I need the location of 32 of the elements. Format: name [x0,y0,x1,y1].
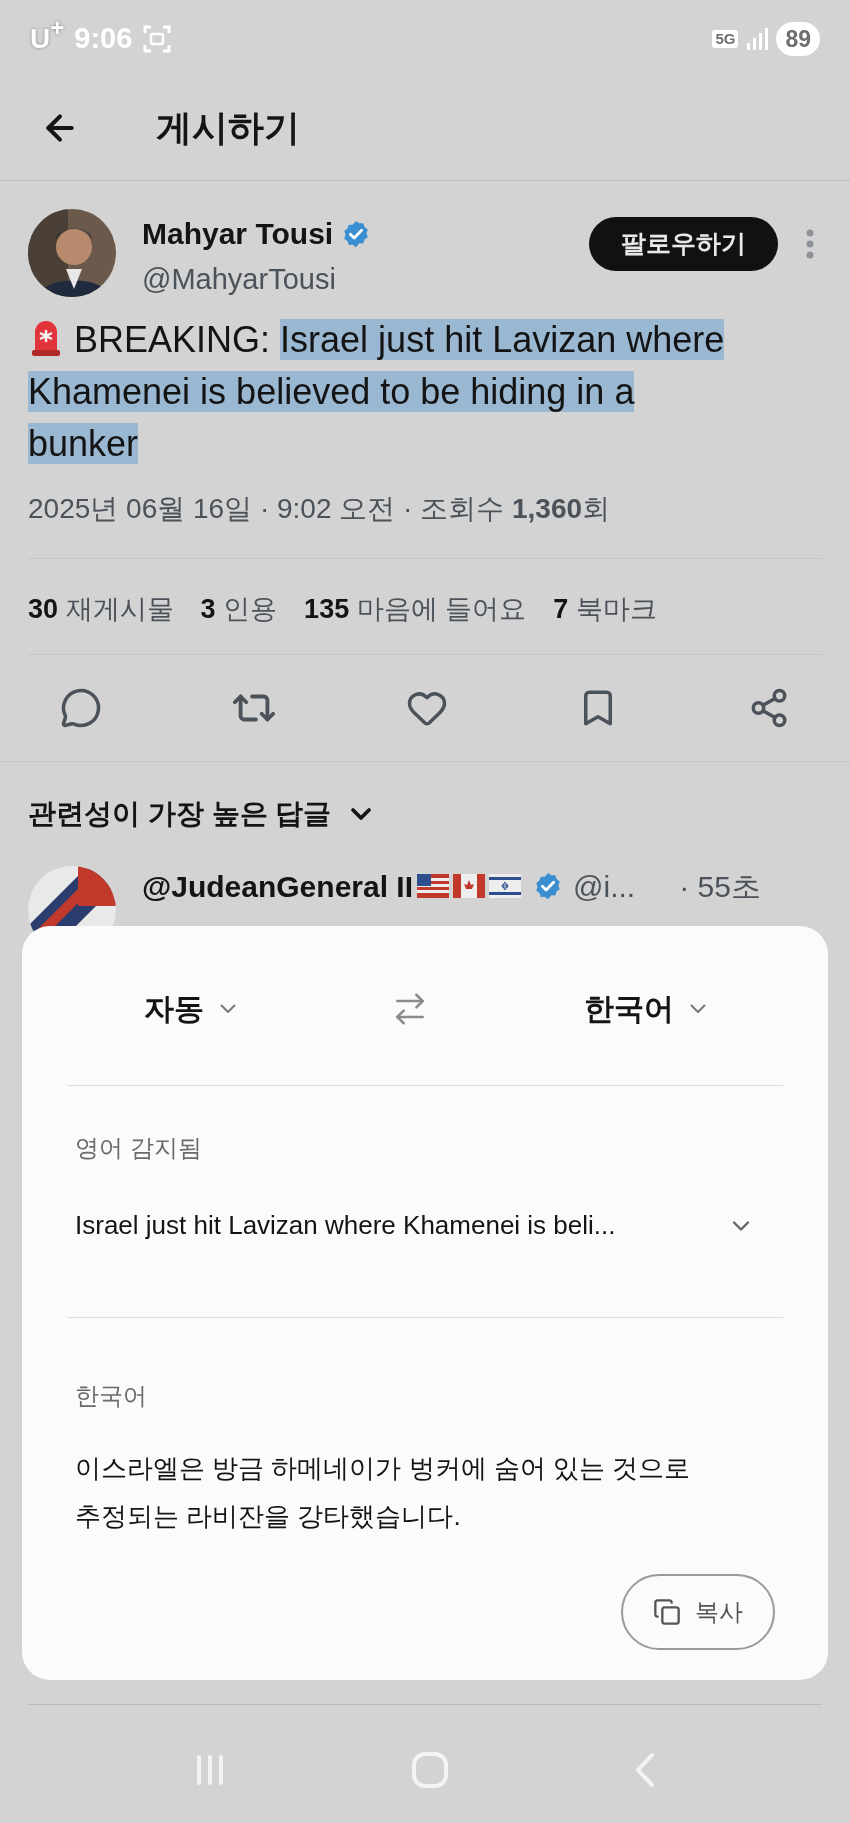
reply-icon[interactable] [60,686,102,729]
stat-link[interactable]: 135 마음에 들어요 [304,588,527,630]
screenshot-icon [142,23,173,54]
author-name[interactable]: Mahyar Tousi [142,211,334,256]
chevron-down-icon [689,1004,706,1013]
source-text: Israel just hit Lavizan where Khamenei is beli... [75,1209,616,1242]
reply-author-handle[interactable]: @i... [573,863,636,909]
detected-language-label: 영어 감지됨 [75,1133,203,1163]
page-title: 게시하기 [156,105,300,150]
signal-icon [746,26,769,51]
reply-author-name[interactable]: @JudeanGeneral II [142,863,413,909]
post-meta: 2025년 06월 16일 · 9:02 오전 · 조회수 1,360회 [28,487,822,559]
result-language-label: 한국어 [75,1381,148,1411]
stat-link[interactable]: 3 인용 [200,588,278,630]
follow-button[interactable]: 팔로우하기 [589,217,778,271]
flag-icon [489,874,521,898]
reply-sort-dropdown[interactable]: 관련성이 가장 높은 답글 [28,761,378,866]
copy-icon [653,1598,681,1626]
battery-indicator: 89 [776,21,820,56]
post-text: BREAKING: Israel just hit Lavizan where Khamenei is believed to be hiding in a bunker [28,316,726,466]
copy-button[interactable]: 복사 [621,1574,775,1650]
translated-text: 이스라엘은 방금 하메네이가 벙커에 숨어 있는 것으로 추정되는 라비잔을 강타했습니다. [75,1452,692,1533]
source-language-dropdown[interactable]: 자동 [144,986,237,1031]
target-language-dropdown[interactable]: 한국어 [583,986,706,1031]
network-badge: 5G [712,29,739,48]
flag-icon [417,874,449,898]
author-handle[interactable]: @MahyarTousi [142,258,589,302]
stat-link[interactable]: 7 북마크 [553,588,657,630]
stat-link[interactable]: 30 재게시물 [28,588,174,630]
flag-icon [453,874,485,898]
chevron-down-icon [220,1004,237,1013]
reply-time: · 55초 [679,868,761,905]
